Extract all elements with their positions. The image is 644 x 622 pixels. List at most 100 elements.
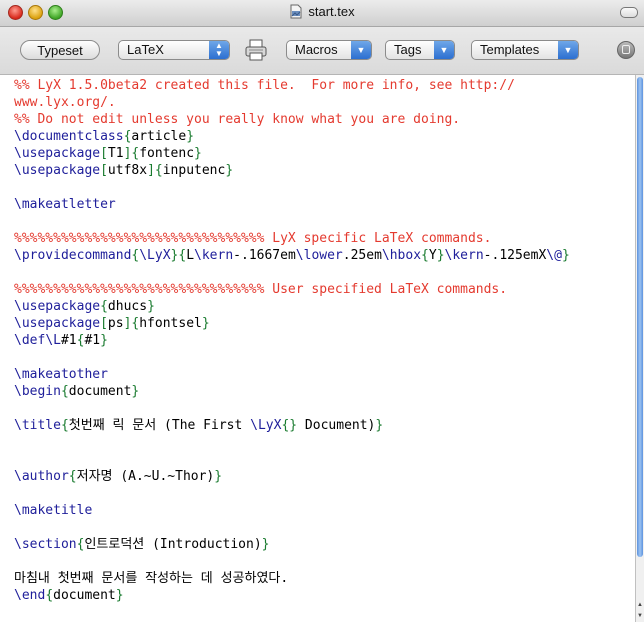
brace-token: } xyxy=(436,248,445,263)
code-line[interactable] xyxy=(14,213,636,230)
toolbar-toggle-icon[interactable] xyxy=(620,7,638,18)
scroll-down-icon[interactable]: ▼ xyxy=(636,613,644,619)
comment-token: %%%%%%%%%%%%%%%%%%%%%%%%%%%%%%%% User sp… xyxy=(14,282,508,297)
toolbar-toggle-icon[interactable] xyxy=(617,41,635,59)
code-line[interactable]: \usepackage[ps]{hfontsel} xyxy=(14,315,636,332)
code-line[interactable]: \usepackage{dhucs} xyxy=(14,298,636,315)
command-token: \providecommand xyxy=(14,248,132,263)
text-token: L xyxy=(186,248,195,263)
brace-token: [ xyxy=(100,146,108,161)
text-token: -.1667em xyxy=(233,248,296,263)
command-token: \documentclass xyxy=(14,129,124,144)
command-token: \end xyxy=(14,588,46,603)
document-icon xyxy=(290,4,302,19)
code-line[interactable]: \makeatother xyxy=(14,366,636,383)
printer-icon[interactable] xyxy=(244,38,268,62)
command-token: \usepackage xyxy=(14,316,101,331)
brace-token: ]{ xyxy=(147,163,163,178)
code-line[interactable] xyxy=(14,179,636,196)
code-line[interactable]: \begin{document} xyxy=(14,383,636,400)
code-line[interactable]: %% Do not edit unless you really know wh… xyxy=(14,111,636,128)
code-line[interactable]: %%%%%%%%%%%%%%%%%%%%%%%%%%%%%%%% User sp… xyxy=(14,281,636,298)
command-token: \lower xyxy=(295,248,343,263)
text-token: Y xyxy=(428,248,437,263)
code-line[interactable]: \documentclass{article} xyxy=(14,128,636,145)
code-line[interactable]: %%%%%%%%%%%%%%%%%%%%%%%%%%%%%%%% LyX spe… xyxy=(14,230,636,247)
text-token: 인트로덕션 (Introduction) xyxy=(84,537,262,552)
brace-token: } xyxy=(561,248,570,263)
command-token: \usepackage xyxy=(14,146,101,161)
comment-token: %%%%%%%%%%%%%%%%%%%%%%%%%%%%%%%% LyX spe… xyxy=(14,231,492,246)
source-editor[interactable]: %% LyX 1.5.0beta2 created this file. For… xyxy=(0,75,636,622)
macros-label: Macros xyxy=(295,42,338,57)
brace-token: } xyxy=(131,384,140,399)
typeset-button[interactable]: Typeset xyxy=(20,40,100,60)
text-token: .25em xyxy=(342,248,382,263)
code-line[interactable] xyxy=(14,264,636,281)
title-bar: start.tex xyxy=(0,0,644,27)
code-line[interactable] xyxy=(14,553,636,570)
scrollbar-thumb[interactable] xyxy=(637,77,643,557)
command-token: \kern xyxy=(444,248,484,263)
source-code[interactable]: %% LyX 1.5.0beta2 created this file. For… xyxy=(0,75,636,604)
text-token: #1 xyxy=(84,333,101,348)
window-title-area: start.tex xyxy=(0,4,644,19)
macros-menu[interactable]: Macros ▼ xyxy=(286,40,372,60)
code-line[interactable]: %% LyX 1.5.0beta2 created this file. For… xyxy=(14,77,636,94)
text-token: ps xyxy=(107,316,124,331)
code-line[interactable]: \section{인트로덕션 (Introduction)} xyxy=(14,536,636,553)
engine-selected-value: LaTeX xyxy=(127,42,164,57)
text-token: #1 xyxy=(60,333,77,348)
command-token: \begin xyxy=(14,384,61,399)
command-token: \hbox xyxy=(381,248,422,263)
command-token: \L xyxy=(45,333,61,348)
text-token: Document) xyxy=(297,418,376,433)
brace-token: [ xyxy=(100,163,108,178)
command-token: \makeatletter xyxy=(14,197,116,212)
text-token: document xyxy=(53,588,116,603)
code-line[interactable] xyxy=(14,485,636,502)
brace-token: } xyxy=(186,129,195,144)
code-line[interactable]: \end{document} xyxy=(14,587,636,604)
tags-label: Tags xyxy=(394,42,422,57)
code-line[interactable] xyxy=(14,349,636,366)
brace-token: } xyxy=(214,469,223,484)
command-token: \maketitle xyxy=(14,503,93,518)
vertical-scrollbar[interactable]: ▲ ▼ xyxy=(635,75,644,622)
code-line[interactable] xyxy=(14,519,636,536)
code-line[interactable] xyxy=(14,451,636,468)
brace-token: { xyxy=(68,469,77,484)
scroll-up-icon[interactable]: ▲ xyxy=(636,602,644,608)
command-token: \def xyxy=(14,333,46,348)
code-line[interactable]: www.lyx.org/. xyxy=(14,94,636,111)
brace-token: } xyxy=(147,299,155,314)
text-token: dhucs xyxy=(107,299,148,314)
templates-label: Templates xyxy=(480,42,540,57)
text-token: article xyxy=(131,129,187,144)
engine-select[interactable]: LaTeX ▲ ▼ xyxy=(118,40,230,60)
code-line[interactable] xyxy=(14,434,636,451)
brace-token: ]{ xyxy=(123,316,140,331)
code-line[interactable]: \providecommand{\LyX}{L\kern-.1667em\low… xyxy=(14,247,636,264)
code-line[interactable] xyxy=(14,400,636,417)
code-line[interactable]: \def\L#1{#1} xyxy=(14,332,636,349)
text-token: hfontsel xyxy=(139,316,202,331)
code-line[interactable]: \maketitle xyxy=(14,502,636,519)
tags-menu[interactable]: Tags ▼ xyxy=(385,40,455,60)
code-line[interactable]: \author{저자명 (A.~U.~Thor)} xyxy=(14,468,636,485)
chevron-down-icon: ▼ xyxy=(351,41,371,59)
window-title: start.tex xyxy=(308,4,355,19)
brace-token: { xyxy=(60,418,69,433)
brace-token: } xyxy=(261,537,270,552)
code-line[interactable]: \title{첫번째 릭 문서 (The First \LyX{} Docume… xyxy=(14,417,636,434)
text-token: inputenc xyxy=(162,163,226,178)
text-token: 저자명 (A.~U.~Thor) xyxy=(76,469,215,484)
brace-token: { xyxy=(45,588,54,603)
code-line[interactable]: \usepackage[utf8x]{inputenc} xyxy=(14,162,636,179)
text-token: -.125emX xyxy=(483,248,547,263)
code-line[interactable]: 마침내 첫번째 문서를 작성하는 데 성공하였다. xyxy=(14,570,636,587)
templates-menu[interactable]: Templates ▼ xyxy=(471,40,579,60)
brace-token: } xyxy=(201,316,210,331)
code-line[interactable]: \makeatletter xyxy=(14,196,636,213)
code-line[interactable]: \usepackage[T1]{fontenc} xyxy=(14,145,636,162)
